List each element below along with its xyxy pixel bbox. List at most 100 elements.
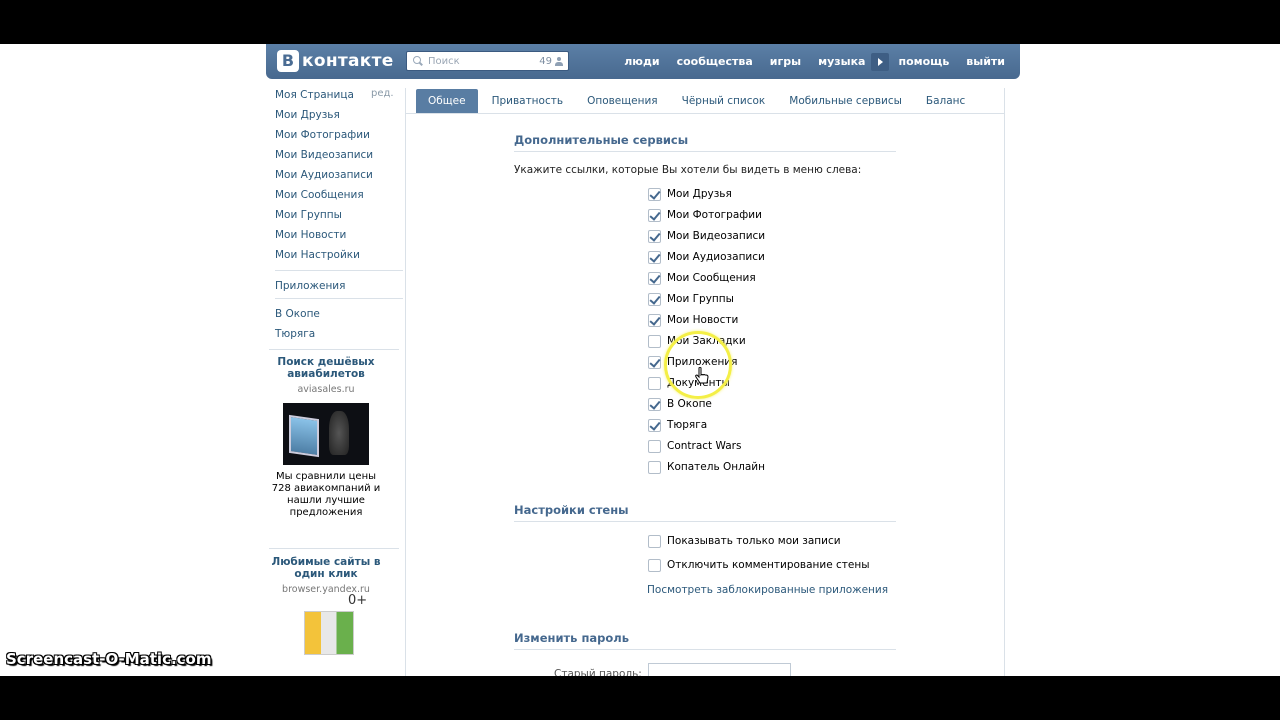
ad-image[interactable]: 0+: [286, 593, 367, 659]
search-placeholder: Поиск: [428, 55, 460, 67]
edit-link[interactable]: ред.: [371, 88, 394, 99]
nav-communities[interactable]: сообщества: [677, 55, 753, 68]
hand-cursor-icon: [695, 367, 709, 384]
top-header: В контакте Поиск 49 люди сообщества игры…: [266, 44, 1020, 79]
divider: [275, 298, 403, 299]
checkbox[interactable]: [648, 313, 661, 327]
sidebar-item-news[interactable]: Мои Новости: [275, 228, 400, 248]
tab-notifications[interactable]: Оповещения: [575, 89, 670, 113]
play-icon[interactable]: [871, 52, 890, 71]
sidebar-item-settings[interactable]: Мои Настройки: [275, 248, 400, 268]
checkbox[interactable]: [648, 376, 661, 390]
logo-icon: В: [277, 50, 299, 72]
service-option[interactable]: Мои Сообщения: [648, 270, 756, 286]
tab-balance[interactable]: Баланс: [914, 89, 977, 113]
top-nav: люди сообщества игры музыка помощь выйти: [607, 44, 1005, 79]
logo-text: контакте: [302, 51, 394, 71]
user-icon: [555, 56, 563, 66]
checkbox-label: Копатель Онлайн: [667, 461, 765, 473]
password-title: Изменить пароль: [514, 631, 896, 650]
services-title: Дополнительные сервисы: [514, 133, 896, 152]
sidebar-item-photos[interactable]: Мои Фотографии: [275, 128, 400, 148]
checkbox[interactable]: [648, 397, 661, 411]
checkbox[interactable]: [648, 558, 661, 572]
sidebar-item-messages[interactable]: Мои Сообщения: [275, 188, 400, 208]
sidebar-item-friends[interactable]: Мои Друзья: [275, 108, 400, 128]
service-option[interactable]: Contract Wars: [648, 438, 741, 454]
sidebar-app-turyaga[interactable]: Тюряга: [275, 327, 400, 347]
ad-aviasales[interactable]: Поиск дешёвых авиабилетов aviasales.ru М…: [270, 356, 382, 519]
ad-domain: aviasales.ru: [297, 384, 355, 395]
online-count: 49: [539, 55, 552, 67]
ad-title[interactable]: Поиск дешёвых авиабилетов: [270, 356, 382, 380]
service-option[interactable]: Мои Видеозаписи: [648, 228, 765, 244]
tab-general[interactable]: Общее: [416, 89, 478, 113]
checkbox[interactable]: [648, 250, 661, 264]
divider: [269, 548, 399, 549]
ad-yandex-browser[interactable]: Любимые сайты в один клик browser.yandex…: [270, 556, 382, 659]
checkbox[interactable]: [648, 334, 661, 348]
tab-blacklist[interactable]: Чёрный список: [670, 89, 778, 113]
service-option[interactable]: Мои Группы: [648, 291, 734, 307]
ad-text: Мы сравнили цены 728 авиакомпаний и нашл…: [271, 471, 381, 518]
yandex-cube-image: [304, 611, 354, 655]
checkbox-label: Мои Видеозаписи: [667, 230, 766, 242]
left-sidebar: Моя Страница ред. Мои Друзья Мои Фотогра…: [275, 88, 403, 347]
search-input[interactable]: Поиск 49: [406, 51, 569, 71]
settings-tabs: Общее Приватность Оповещения Чёрный спис…: [406, 88, 1004, 114]
checkbox[interactable]: [648, 534, 661, 548]
search-icon: [412, 55, 424, 67]
checkbox-label: Отключить комментирование стены: [667, 559, 870, 571]
checkbox[interactable]: [648, 229, 661, 243]
divider: [275, 270, 403, 271]
checkbox[interactable]: [648, 292, 661, 306]
ad-title[interactable]: Любимые сайты в один клик: [270, 556, 382, 580]
cursor-highlight-ring: [664, 331, 732, 399]
wall-option-disable-comments[interactable]: Отключить комментирование стены: [648, 557, 870, 573]
service-option[interactable]: Мои Новости: [648, 312, 738, 328]
tab-mobile[interactable]: Мобильные сервисы: [777, 89, 914, 113]
old-password-label: Старый пароль:: [554, 668, 642, 676]
ad-image[interactable]: [283, 403, 369, 465]
checkbox[interactable]: [648, 418, 661, 432]
laptop-image: [289, 414, 319, 458]
sidebar-app-v-okope[interactable]: В Окопе: [275, 307, 400, 327]
nav-games[interactable]: игры: [770, 55, 801, 68]
checkbox[interactable]: [648, 208, 661, 222]
services-hint: Укажите ссылки, которые Вы хотели бы вид…: [514, 164, 862, 176]
checkbox-label: Мои Фотографии: [667, 209, 762, 221]
nav-people[interactable]: люди: [624, 55, 659, 68]
checkbox[interactable]: [648, 355, 661, 369]
checkbox[interactable]: [648, 439, 661, 453]
tab-privacy[interactable]: Приватность: [480, 89, 576, 113]
vk-logo[interactable]: В контакте: [277, 50, 394, 72]
sidebar-item-videos[interactable]: Мои Видеозаписи: [275, 148, 400, 168]
watermark: Screencast-O-Matic.com: [6, 650, 212, 668]
cat-image: [329, 411, 349, 455]
sidebar-item-apps[interactable]: Приложения: [275, 279, 400, 299]
checkbox[interactable]: [648, 460, 661, 474]
checkbox-label: В Окопе: [667, 398, 712, 410]
nav-help[interactable]: помощь: [898, 55, 949, 68]
checkbox[interactable]: [648, 271, 661, 285]
sidebar-item-audio[interactable]: Мои Аудиозаписи: [275, 168, 400, 188]
sidebar-item-groups[interactable]: Мои Группы: [275, 208, 400, 228]
service-option[interactable]: Тюряга: [648, 417, 707, 433]
service-option[interactable]: Мои Друзья: [648, 186, 732, 202]
wall-title: Настройки стены: [514, 503, 896, 522]
checkbox-label: Contract Wars: [667, 440, 742, 452]
screen: В контакте Поиск 49 люди сообщества игры…: [0, 44, 1280, 676]
age-badge: 0+: [348, 593, 368, 608]
checkbox[interactable]: [648, 187, 661, 201]
checkbox-label: Мои Аудиозаписи: [667, 251, 765, 263]
service-option[interactable]: Мои Фотографии: [648, 207, 762, 223]
nav-logout[interactable]: выйти: [966, 55, 1005, 68]
wall-option-only-mine[interactable]: Показывать только мои записи: [648, 533, 841, 549]
checkbox-label: Мои Группы: [667, 293, 734, 305]
service-option[interactable]: Копатель Онлайн: [648, 459, 765, 475]
old-password-field[interactable]: [648, 663, 791, 676]
service-option[interactable]: Мои Аудиозаписи: [648, 249, 765, 265]
nav-music[interactable]: музыка: [818, 55, 865, 68]
checkbox-label: Мои Друзья: [667, 188, 732, 200]
blocked-apps-link[interactable]: Посмотреть заблокированные приложения: [647, 584, 888, 596]
